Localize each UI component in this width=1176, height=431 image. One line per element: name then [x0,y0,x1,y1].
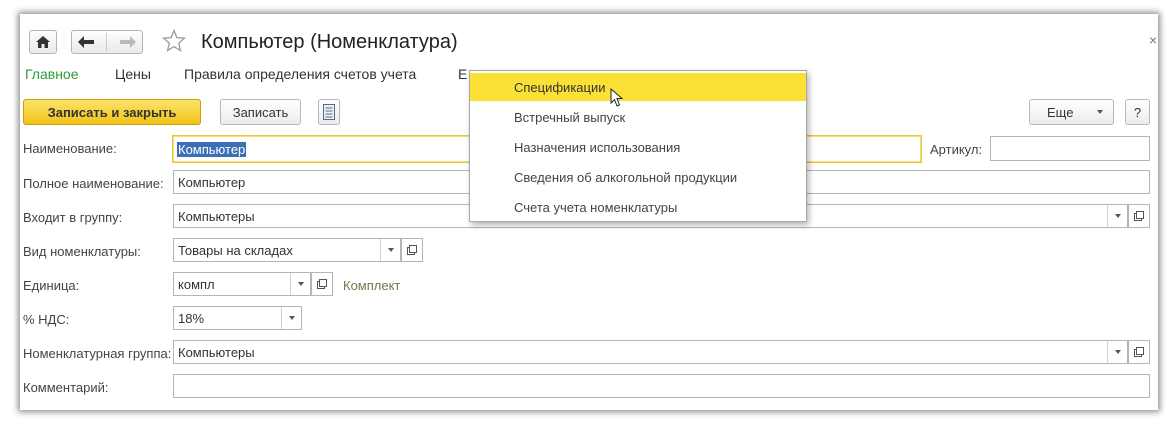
group-label: Входит в группу: [23,210,123,225]
chevron-down-icon [1097,110,1103,114]
report-button[interactable] [318,99,340,125]
back-button[interactable] [78,36,95,48]
vat-select[interactable]: 18% [173,306,302,330]
forward-button[interactable] [119,36,136,48]
menu-item-counter-output[interactable]: Встречный выпуск [470,103,806,131]
favorite-star-icon [161,28,187,52]
form-window: Компьютер (Номенклатура) × Главное Цены … [20,14,1158,410]
close-icon[interactable]: × [1149,32,1157,48]
type-open-button[interactable] [401,238,423,262]
tab-main[interactable]: Главное [25,66,79,82]
type-dropdown-button[interactable] [380,239,400,261]
group-dropdown-button[interactable] [1107,205,1127,227]
tab-more-truncated[interactable]: Е [458,66,467,82]
open-form-icon [1134,347,1144,357]
chevron-down-icon [1114,214,1121,218]
full-name-label: Полное наименование: [23,176,164,191]
group-open-button[interactable] [1128,204,1150,228]
nom-group-open-button[interactable] [1128,340,1150,364]
chevron-down-icon [288,316,295,320]
unit-select-value: компл [178,276,215,292]
vat-dropdown-button[interactable] [281,307,301,329]
more-button[interactable]: Еще [1029,99,1114,125]
forward-arrow-icon [119,36,136,48]
open-form-icon [1134,211,1144,221]
home-icon [36,36,50,48]
open-form-icon [407,245,417,255]
back-arrow-icon [78,36,95,48]
article-input[interactable] [990,136,1150,161]
name-input-value: Компьютер [177,141,247,157]
menu-item-accounting-accounts[interactable]: Счета учета номенклатуры [470,193,806,221]
full-name-value: Компьютер [178,174,246,190]
related-menu-popup: Спецификации Встречный выпуск Назначения… [469,70,807,222]
type-select-value: Товары на складах [178,242,293,258]
home-button[interactable] [29,30,57,54]
comment-input[interactable] [173,374,1150,398]
group-select-value: Компьютеры [178,208,255,224]
open-form-icon [317,279,327,289]
save-and-close-button[interactable]: Записать и закрыть [23,99,201,125]
nom-group-dropdown-button[interactable] [1107,341,1127,363]
nom-group-select-value: Компьютеры [178,344,255,360]
tab-prices[interactable]: Цены [115,66,151,82]
unit-open-button[interactable] [311,272,333,296]
nom-group-label: Номенклатурная группа: [23,346,172,361]
history-nav [71,30,143,54]
vat-label: % НДС: [23,312,70,327]
type-label: Вид номенклатуры: [23,244,141,259]
unit-dropdown-button[interactable] [290,273,310,295]
menu-item-specifications[interactable]: Спецификации [470,73,806,101]
article-label: Артикул: [930,142,983,157]
chevron-down-icon [387,248,394,252]
nav-divider [106,33,108,51]
save-button[interactable]: Записать [220,99,301,125]
mouse-cursor-icon [610,88,624,107]
chevron-down-icon [297,282,304,286]
name-label: Наименование: [23,141,117,156]
menu-item-usage-assignments[interactable]: Назначения использования [470,133,806,161]
page-title: Компьютер (Номенклатура) [201,31,458,53]
unit-select[interactable]: компл [173,272,311,296]
vat-select-value: 18% [178,310,205,326]
menu-item-alcohol-info[interactable]: Сведения об алкогольной продукции [470,163,806,191]
type-select[interactable]: Товары на складах [173,238,401,262]
report-icon [323,104,335,120]
chevron-down-icon [1114,350,1121,354]
tab-account-rules[interactable]: Правила определения счетов учета [184,66,416,82]
help-button[interactable]: ? [1125,99,1150,125]
more-button-label: Еще [1047,104,1074,120]
nom-group-select[interactable]: Компьютеры [173,340,1128,364]
comment-label: Комментарий: [23,380,109,395]
unit-description: Комплект [343,278,401,293]
unit-label: Единица: [23,278,80,293]
favorite-button[interactable] [161,28,187,56]
